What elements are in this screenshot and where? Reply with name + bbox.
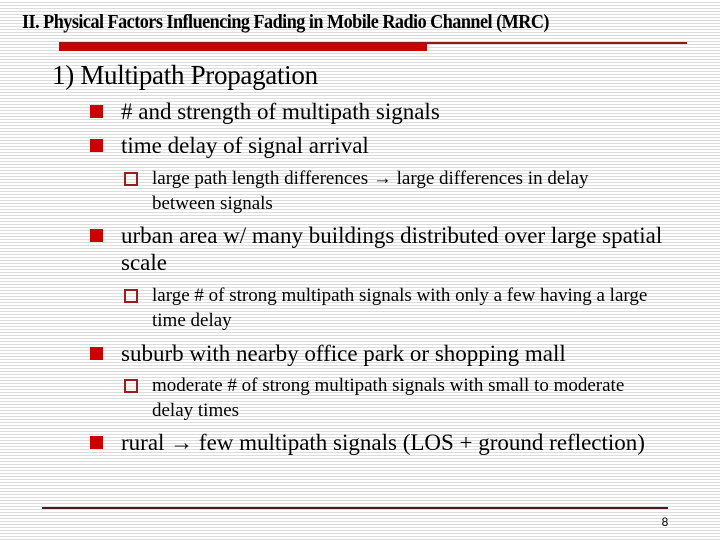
filled-square-bullet-icon [90,139,103,152]
hollow-square-bullet-icon [124,172,138,186]
sub-bullet-text: moderate # of strong multipath signals w… [152,375,625,421]
sub-bullet-text: large # of strong multipath signals with… [152,285,648,331]
bullet-text: time delay of signal arrival [121,133,369,158]
filled-square-bullet-icon [90,436,103,449]
bullet-text: # and strength of multipath signals [121,99,440,124]
footer-divider [42,507,668,509]
filled-square-bullet-icon [90,347,103,360]
bullet-text: urban area w/ many buildings distributed… [121,223,663,275]
hollow-square-bullet-icon [124,379,138,393]
filled-square-bullet-icon [90,105,103,118]
bullet-text: rural → few multipath signals (LOS + gro… [121,430,645,455]
hollow-square-bullet-icon [124,289,138,303]
bullet-text: suburb with nearby office park or shoppi… [121,341,566,366]
slide-title: II. Physical Factors Influencing Fading … [22,12,549,33]
section-heading: 1) Multipath Propagation [52,60,318,90]
title-underline-accent-bar [59,43,427,51]
page-number: 8 [661,515,669,529]
sub-bullet-text: large path length differences → large di… [152,168,589,214]
filled-square-bullet-icon [90,229,103,242]
